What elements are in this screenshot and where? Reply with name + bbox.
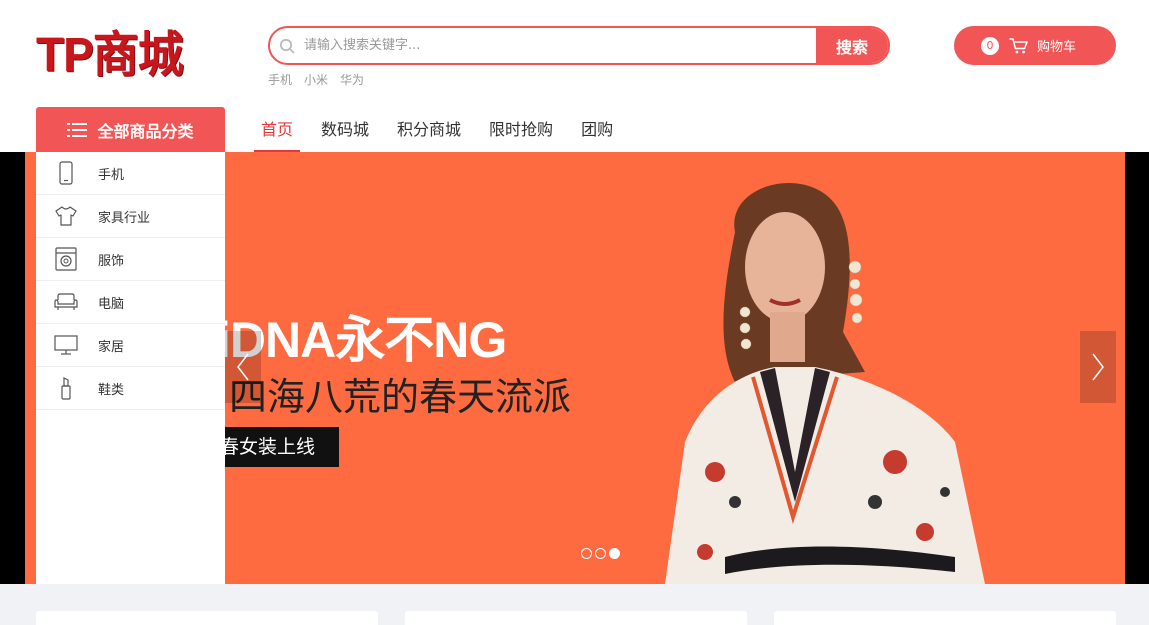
hot-word-link[interactable]: 手机 <box>268 71 292 88</box>
category-label: 鞋类 <box>98 382 125 398</box>
category-label: 家居 <box>98 339 125 355</box>
banner-tag: 春女装上线 <box>208 427 339 467</box>
hot-word-link[interactable]: 华为 <box>340 71 364 88</box>
carousel-dot[interactable] <box>581 548 592 559</box>
cart-icon <box>1009 37 1029 55</box>
sofa-icon <box>54 290 78 314</box>
cart-label: 购物车 <box>1037 40 1077 55</box>
phone-icon <box>54 161 78 185</box>
category-item-shoes[interactable]: 鞋类 <box>36 367 225 410</box>
page: TP商城 搜索 手机 小米 华为 0 购物车 全部商品分类 首页 数码城 积分商… <box>0 0 1149 625</box>
fashion-model-image <box>665 183 985 584</box>
carousel-next-button[interactable] <box>1080 331 1116 403</box>
category-item-furniture[interactable]: 家具行业 <box>36 195 225 238</box>
menu-icon <box>67 122 88 138</box>
content-card[interactable] <box>405 611 747 625</box>
content-section <box>0 584 1149 625</box>
category-item-home[interactable]: 家居 <box>36 324 225 367</box>
tshirt-icon <box>54 204 78 228</box>
carousel-prev-button[interactable] <box>225 331 261 403</box>
category-label: 服饰 <box>98 253 125 269</box>
carousel-dot[interactable] <box>595 548 606 559</box>
content-card[interactable] <box>774 611 1116 625</box>
category-item-computer[interactable]: 电脑 <box>36 281 225 324</box>
chevron-left-icon <box>237 353 249 381</box>
category-menu: 手机 家具行业 服饰 电脑 家居 鞋类 <box>36 152 225 584</box>
category-item-phone[interactable]: 手机 <box>36 152 225 195</box>
nav-item-home[interactable]: 首页 <box>254 107 301 152</box>
carousel-dot-active[interactable] <box>609 548 620 559</box>
hot-search-words: 手机 小米 华为 <box>268 71 364 88</box>
nav-item-group-buy[interactable]: 团购 <box>574 107 620 152</box>
search-icon <box>270 28 304 63</box>
monitor-icon <box>54 333 78 357</box>
nav-item-digital[interactable]: 数码城 <box>314 107 376 152</box>
hot-word-link[interactable]: 小米 <box>304 71 328 88</box>
cart-count-badge: 0 <box>981 36 999 55</box>
nav-item-points-mall[interactable]: 积分商城 <box>390 107 468 152</box>
lipstick-icon <box>54 376 78 400</box>
category-item-apparel[interactable]: 服饰 <box>36 238 225 281</box>
search-button[interactable]: 搜索 <box>816 28 888 63</box>
nav-item-flash-sale[interactable]: 限时抢购 <box>482 107 560 152</box>
banner-subheadline: 四海八荒的春天流派 <box>229 375 572 419</box>
category-label: 电脑 <box>98 296 125 312</box>
chevron-right-icon <box>1092 353 1104 381</box>
search-input[interactable] <box>304 28 816 63</box>
site-logo[interactable]: TP商城 <box>36 25 184 84</box>
carousel-dots <box>581 548 620 559</box>
washing-machine-icon <box>54 247 78 271</box>
all-categories-button[interactable]: 全部商品分类 <box>36 107 225 152</box>
category-label: 家具行业 <box>98 210 151 226</box>
main-nav: 首页 数码城 积分商城 限时抢购 团购 <box>254 107 634 152</box>
cart-button[interactable]: 0 购物车 <box>954 26 1116 65</box>
all-categories-label: 全部商品分类 <box>97 121 194 141</box>
category-label: 手机 <box>98 167 125 183</box>
content-card[interactable] <box>36 611 378 625</box>
search-bar: 搜索 <box>268 26 890 65</box>
